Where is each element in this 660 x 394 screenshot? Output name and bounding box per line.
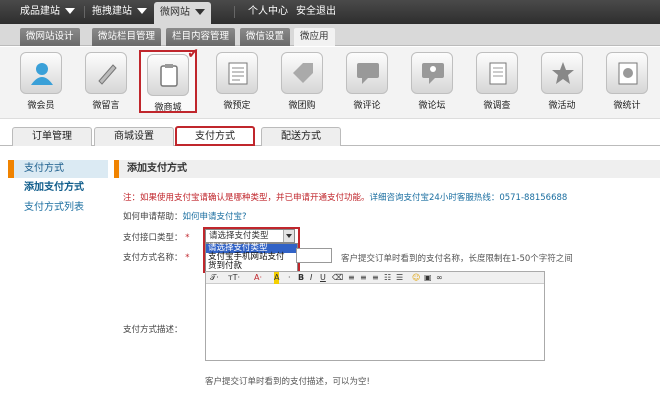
tab-shop-settings[interactable]: 商城设置 bbox=[94, 127, 174, 146]
nav-item-weiwangzhan[interactable]: 微网站 bbox=[154, 2, 211, 24]
chevron-down-icon bbox=[137, 8, 147, 14]
star-icon bbox=[552, 62, 574, 84]
tab-site-design[interactable]: 微网站设计 bbox=[20, 28, 80, 46]
italic-icon[interactable]: I bbox=[310, 272, 312, 284]
top-nav-bar: 成品建站 拖拽建站 微网站 个人中心 安全退出 bbox=[0, 0, 660, 24]
member-icon bbox=[31, 63, 53, 85]
chevron-down-icon bbox=[65, 8, 75, 14]
payment-name-label: 支付方式名称： * bbox=[123, 253, 190, 263]
sub-tab-bar: 微网站设计 微站栏目管理 栏目内容管理 微信设置 微应用 bbox=[0, 24, 660, 46]
forum-icon bbox=[422, 63, 444, 84]
dropdown-highlight bbox=[203, 227, 300, 273]
nav-item-tuozhuai[interactable]: 拖拽建站 bbox=[92, 0, 147, 24]
shop-tab-bar: 订单管理 商城设置 支付方式 配送方式 bbox=[0, 124, 660, 146]
tab-micro-apps[interactable]: 微应用 bbox=[294, 28, 335, 46]
editor-toolbar: 𝒯· ᴛT· A· A · B I U ⌫ ≡ ≡ ≡ ☷ ☰ ☺ ▣ ∞ bbox=[206, 272, 544, 284]
app-forum[interactable]: 微论坛 bbox=[407, 52, 457, 114]
emoticon-icon[interactable]: ☺ bbox=[412, 272, 420, 284]
nav-item-chengpin[interactable]: 成品建站 bbox=[20, 0, 75, 24]
payment-description-editor[interactable]: 𝒯· ᴛT· A· A · B I U ⌫ ≡ ≡ ≡ ☷ ☰ ☺ ▣ ∞ bbox=[205, 271, 545, 361]
app-shop[interactable]: ✔ 微商城 bbox=[139, 46, 199, 113]
app-label: 微活动 bbox=[548, 101, 576, 111]
font-size-icon[interactable]: ᴛT· bbox=[228, 272, 240, 284]
highlight-color-icon[interactable]: A bbox=[274, 272, 280, 284]
tab-column-manage[interactable]: 微站栏目管理 bbox=[92, 28, 162, 46]
tab-shipping-methods[interactable]: 配送方式 bbox=[261, 127, 341, 146]
payment-name-input[interactable] bbox=[296, 248, 332, 263]
required-mark: * bbox=[185, 233, 190, 243]
panel-title: 添加支付方式 bbox=[114, 160, 660, 178]
app-survey[interactable]: 微调查 bbox=[472, 52, 522, 114]
app-icon-row: 微会员 微留言 ✔ 微商城 微预定 微团购 微评论 微论坛 微调查 微活动 微统… bbox=[0, 46, 660, 119]
nav-divider bbox=[234, 6, 235, 18]
checklist-icon bbox=[228, 62, 248, 85]
pen-icon bbox=[98, 64, 117, 85]
tab-content-manage[interactable]: 栏目内容管理 bbox=[166, 28, 236, 46]
align-center-icon[interactable]: ≡ bbox=[360, 272, 367, 284]
align-right-icon[interactable]: ≡ bbox=[372, 272, 379, 284]
apply-help-link[interactable]: 如何申请支付宝? bbox=[183, 212, 247, 222]
speech-bubble-icon bbox=[357, 63, 379, 84]
tab-order-manage[interactable]: 订单管理 bbox=[12, 127, 92, 146]
checkmark-icon: ✔ bbox=[187, 46, 199, 62]
pie-chart-icon bbox=[618, 62, 638, 85]
text-color-icon[interactable]: A· bbox=[254, 272, 262, 284]
app-stats[interactable]: 微统计 bbox=[602, 52, 652, 114]
payment-description-hint: 客户提交订单时看到的支付描述，可以为空! bbox=[205, 377, 370, 387]
app-label: 微商城 bbox=[154, 103, 182, 113]
clipboard-icon bbox=[160, 64, 178, 87]
alipay-notice: 注：如果使用支付宝请确认是哪种类型，并已申请开通支付功能。详细咨询支付宝24小时… bbox=[123, 193, 568, 203]
personal-center-link[interactable]: 个人中心 bbox=[248, 0, 288, 24]
sidebar-item-add-payment[interactable]: 添加支付方式 bbox=[8, 178, 108, 198]
main-panel: 添加支付方式 注：如果使用支付宝请确认是哪种类型，并已申请开通支付功能。详细咨询… bbox=[114, 160, 660, 394]
tab-payment-methods[interactable]: 支付方式 bbox=[175, 126, 255, 146]
highlight-caret-icon[interactable]: · bbox=[288, 272, 291, 284]
app-label: 微团购 bbox=[288, 101, 316, 111]
app-groupbuy[interactable]: 微团购 bbox=[277, 52, 327, 114]
logout-link[interactable]: 安全退出 bbox=[296, 0, 336, 24]
nav-divider bbox=[84, 6, 85, 18]
sidebar-heading: 支付方式 bbox=[8, 160, 108, 178]
payment-type-label: 支付接口类型： * bbox=[123, 233, 190, 243]
required-mark: * bbox=[185, 253, 190, 263]
app-member[interactable]: 微会员 bbox=[16, 52, 66, 114]
eraser-icon[interactable]: ⌫ bbox=[332, 272, 343, 284]
payment-description-label: 支付方式描述： bbox=[123, 325, 183, 335]
tag-icon bbox=[293, 63, 313, 83]
app-label: 微预定 bbox=[223, 101, 251, 111]
font-family-icon[interactable]: 𝒯· bbox=[210, 272, 219, 284]
app-booking[interactable]: 微预定 bbox=[212, 52, 262, 114]
app-label: 微论坛 bbox=[418, 101, 446, 111]
app-message[interactable]: 微留言 bbox=[81, 52, 131, 114]
image-icon[interactable]: ▣ bbox=[424, 272, 432, 284]
tab-wechat-settings[interactable]: 微信设置 bbox=[240, 28, 291, 46]
app-label: 微留言 bbox=[92, 101, 120, 111]
document-icon bbox=[489, 62, 507, 85]
link-icon[interactable]: ∞ bbox=[436, 272, 443, 284]
payment-name-hint: 客户提交订单时看到的支付名称，长度限制在1-50个字符之间 bbox=[341, 254, 573, 264]
app-label: 微会员 bbox=[27, 101, 55, 111]
hotline-link[interactable]: 详细咨询支付宝24小时客服热线：0571-88156688 bbox=[370, 193, 568, 203]
app-activity[interactable]: 微活动 bbox=[537, 52, 587, 114]
app-label: 微统计 bbox=[613, 101, 641, 111]
ordered-list-icon[interactable]: ☷ bbox=[384, 272, 391, 284]
app-label: 微调查 bbox=[483, 101, 511, 111]
underline-icon[interactable]: U bbox=[320, 272, 326, 284]
left-sidebar: 支付方式 添加支付方式 支付方式列表 bbox=[8, 160, 108, 218]
app-comment[interactable]: 微评论 bbox=[342, 52, 392, 114]
help-row: 如何申请帮助：如何申请支付宝? bbox=[123, 212, 247, 222]
bold-icon[interactable]: B bbox=[298, 272, 304, 284]
sidebar-item-payment-list[interactable]: 支付方式列表 bbox=[8, 198, 108, 218]
unordered-list-icon[interactable]: ☰ bbox=[396, 272, 403, 284]
app-label: 微评论 bbox=[353, 101, 381, 111]
chevron-down-icon bbox=[195, 9, 205, 15]
align-left-icon[interactable]: ≡ bbox=[348, 272, 355, 284]
